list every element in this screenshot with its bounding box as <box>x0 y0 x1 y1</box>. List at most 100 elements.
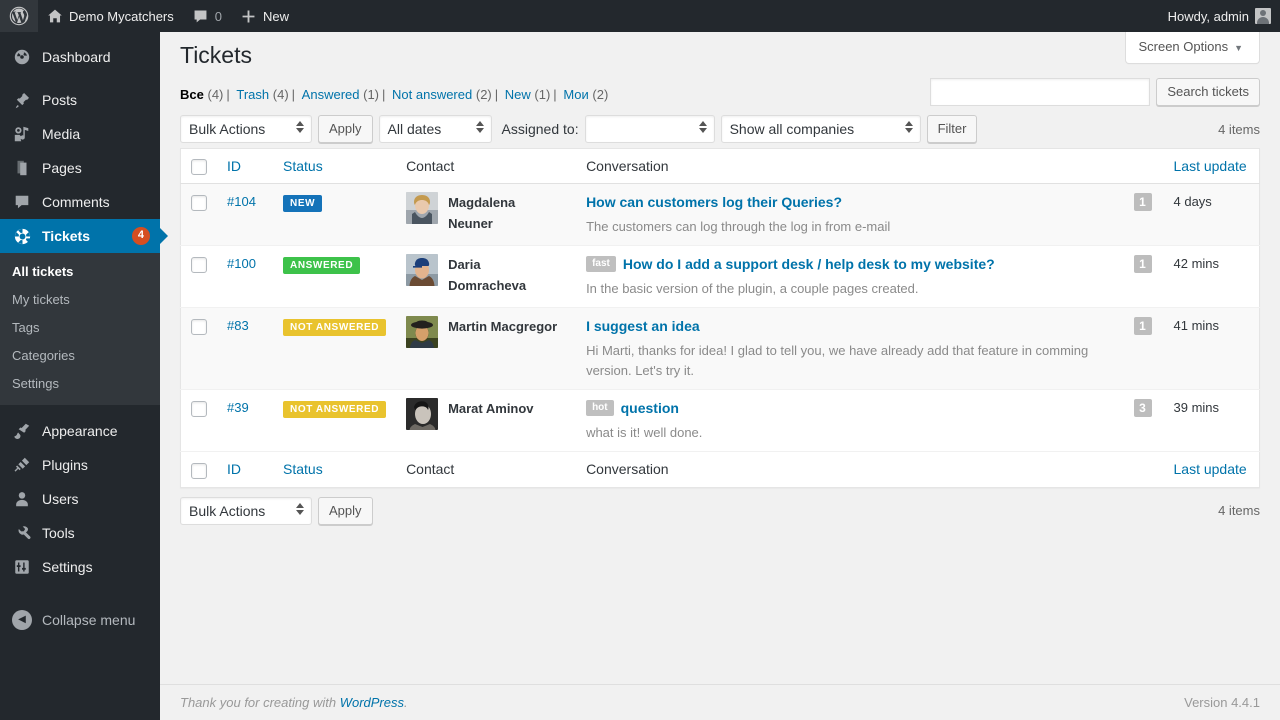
assigned-to-select[interactable] <box>584 115 715 143</box>
conversation-excerpt: In the basic version of the plugin, a co… <box>586 281 919 297</box>
apply-button-top[interactable]: Apply <box>318 115 373 143</box>
ticket-lifebuoy-icon <box>12 226 32 246</box>
select-all-checkbox-top[interactable] <box>191 159 207 176</box>
column-footer-contact: Contact <box>406 461 455 478</box>
sidebar-item-appearance[interactable]: Appearance <box>0 414 160 448</box>
bulk-actions-select-top[interactable]: Bulk Actions <box>180 115 312 143</box>
table-row[interactable]: #39 NOT ANSWERED Marat Aminov hot questi… <box>180 390 1260 452</box>
tablenav-bottom: Bulk Actions Apply 4 items <box>180 496 1260 526</box>
filter-count: (2) <box>475 87 492 102</box>
select-all-checkbox-bottom[interactable] <box>191 462 207 479</box>
sidebar-item-label: Tools <box>42 525 75 541</box>
wordpress-link[interactable]: WordPress <box>340 695 404 710</box>
search-tickets-button[interactable]: Search tickets <box>1156 78 1260 106</box>
apply-button-bottom[interactable]: Apply <box>318 496 373 525</box>
reply-count-badge: 1 <box>1133 193 1152 212</box>
site-name-menu[interactable]: Demo Mycatchers <box>38 0 183 32</box>
conversation-title-link[interactable]: How can customers log their Queries? <box>586 192 842 212</box>
ticket-id-link[interactable]: #39 <box>227 400 249 415</box>
ticket-id-link[interactable]: #104 <box>227 194 256 209</box>
sidebar-item-label: Tickets <box>42 228 90 244</box>
reply-count-badge: 1 <box>1133 255 1152 274</box>
row-checkbox[interactable] <box>191 256 207 273</box>
plus-icon <box>242 10 255 22</box>
pin-icon <box>12 90 32 110</box>
sort-link-last-update-bottom[interactable]: Last update <box>1174 461 1247 477</box>
submenu-item-all-tickets[interactable]: All tickets <box>0 258 160 286</box>
new-content-menu[interactable]: New <box>231 0 298 32</box>
row-checkbox[interactable] <box>191 318 207 335</box>
dashboard-icon <box>12 47 32 67</box>
sidebar-item-tickets[interactable]: Tickets 4 <box>0 219 168 253</box>
filter-count: (1) <box>534 87 551 102</box>
collapse-menu-button[interactable]: ◀ Collapse menu <box>0 603 160 637</box>
table-row[interactable]: #104 NEW Magdalena Neuner How can custom… <box>180 183 1260 246</box>
sort-link-id[interactable]: ID <box>227 158 241 174</box>
row-checkbox[interactable] <box>191 400 207 417</box>
sort-link-status-bottom[interactable]: Status <box>283 461 323 477</box>
filter-link-answered[interactable]: Answered <box>302 87 360 102</box>
ticket-id-link[interactable]: #100 <box>227 256 256 271</box>
conversation-title-link[interactable]: How do I add a support desk / help desk … <box>623 254 995 274</box>
ticket-id-link[interactable]: #83 <box>227 318 249 333</box>
row-conversation-cell: How can customers log their Queries? The… <box>576 184 1123 246</box>
row-contact-cell: Marat Aminov <box>396 390 576 452</box>
filter-link-vse[interactable]: Все <box>180 87 204 102</box>
sidebar-item-label: Users <box>42 491 79 507</box>
sidebar-item-pages[interactable]: Pages <box>0 151 160 185</box>
table-footer-row: ID Status Contact Conversation Last upda… <box>180 451 1260 487</box>
wp-logo-menu[interactable] <box>0 0 38 32</box>
sidebar-item-media[interactable]: Media <box>0 117 160 151</box>
search-input[interactable] <box>930 78 1151 106</box>
conversation-tag[interactable]: fast <box>586 256 616 273</box>
table-row[interactable]: #100 ANSWERED Daria Domracheva fast How … <box>180 246 1260 308</box>
sidebar-item-label: Dashboard <box>42 49 111 65</box>
conversation-title-link[interactable]: question <box>621 398 679 418</box>
sidebar-item-label: Posts <box>42 92 78 108</box>
column-header-id: ID <box>217 149 273 184</box>
comments-menu[interactable]: 0 <box>183 0 231 32</box>
submenu-item-my-tickets[interactable]: My tickets <box>0 286 160 314</box>
sidebar-item-label: Plugins <box>42 457 88 473</box>
filter-link-not-answered[interactable]: Not answered <box>392 87 472 102</box>
sidebar-item-settings[interactable]: Settings <box>0 550 160 584</box>
screen-meta-links: Screen Options ▼ <box>1125 32 1260 65</box>
sidebar-item-plugins[interactable]: Plugins <box>0 448 160 482</box>
submenu-item-categories[interactable]: Categories <box>0 342 160 370</box>
my-account-menu[interactable]: Howdy, admin <box>1159 0 1280 32</box>
filter-link-new[interactable]: New <box>505 87 531 102</box>
page-title: Tickets <box>180 42 252 68</box>
conversation-title-link[interactable]: I suggest an idea <box>586 316 700 336</box>
sort-link-last-update[interactable]: Last update <box>1174 158 1247 174</box>
sidebar-item-users[interactable]: Users <box>0 482 160 516</box>
filter-button[interactable]: Filter <box>926 115 978 143</box>
sort-link-status[interactable]: Status <box>283 158 323 174</box>
company-filter-select[interactable]: Show all companies <box>720 115 921 143</box>
filter-separator: | <box>494 87 499 102</box>
submenu-item-tags[interactable]: Tags <box>0 314 160 342</box>
collapse-arrow-icon: ◀ <box>12 610 32 630</box>
bulk-actions-select-bottom[interactable]: Bulk Actions <box>180 496 312 525</box>
sidebar-item-comments[interactable]: Comments <box>0 185 160 219</box>
date-filter-value: All dates <box>387 121 442 137</box>
select-arrows-icon <box>296 502 304 515</box>
row-checkbox[interactable] <box>191 194 207 211</box>
admin-sidebar-menu: Dashboard Posts Media Pages Comments Tic… <box>0 32 168 720</box>
date-filter-select[interactable]: All dates <box>378 115 492 143</box>
footer-thanks: Thank you for creating with WordPress. <box>180 695 408 710</box>
sidebar-item-dashboard[interactable]: Dashboard <box>0 40 160 74</box>
sidebar-item-tools[interactable]: Tools <box>0 516 160 550</box>
howdy-label: Howdy, admin <box>1167 8 1249 24</box>
filter-link-moi[interactable]: Мои <box>563 87 588 102</box>
sidebar-item-posts[interactable]: Posts <box>0 83 160 117</box>
status-badge: ANSWERED <box>283 257 361 275</box>
bulk-actions-value: Bulk Actions <box>189 121 266 137</box>
sidebar-item-label: Appearance <box>42 423 118 439</box>
screen-options-toggle[interactable]: Screen Options ▼ <box>1125 32 1260 65</box>
submenu-item-settings[interactable]: Settings <box>0 370 160 398</box>
filter-link-trash[interactable]: Trash <box>236 87 269 102</box>
conversation-tag[interactable]: hot <box>586 400 614 417</box>
row-last-update-cell: 42 mins <box>1173 256 1220 272</box>
sort-link-id-bottom[interactable]: ID <box>227 461 241 477</box>
table-row[interactable]: #83 NOT ANSWERED Martin Macgregor I sugg… <box>180 307 1260 390</box>
